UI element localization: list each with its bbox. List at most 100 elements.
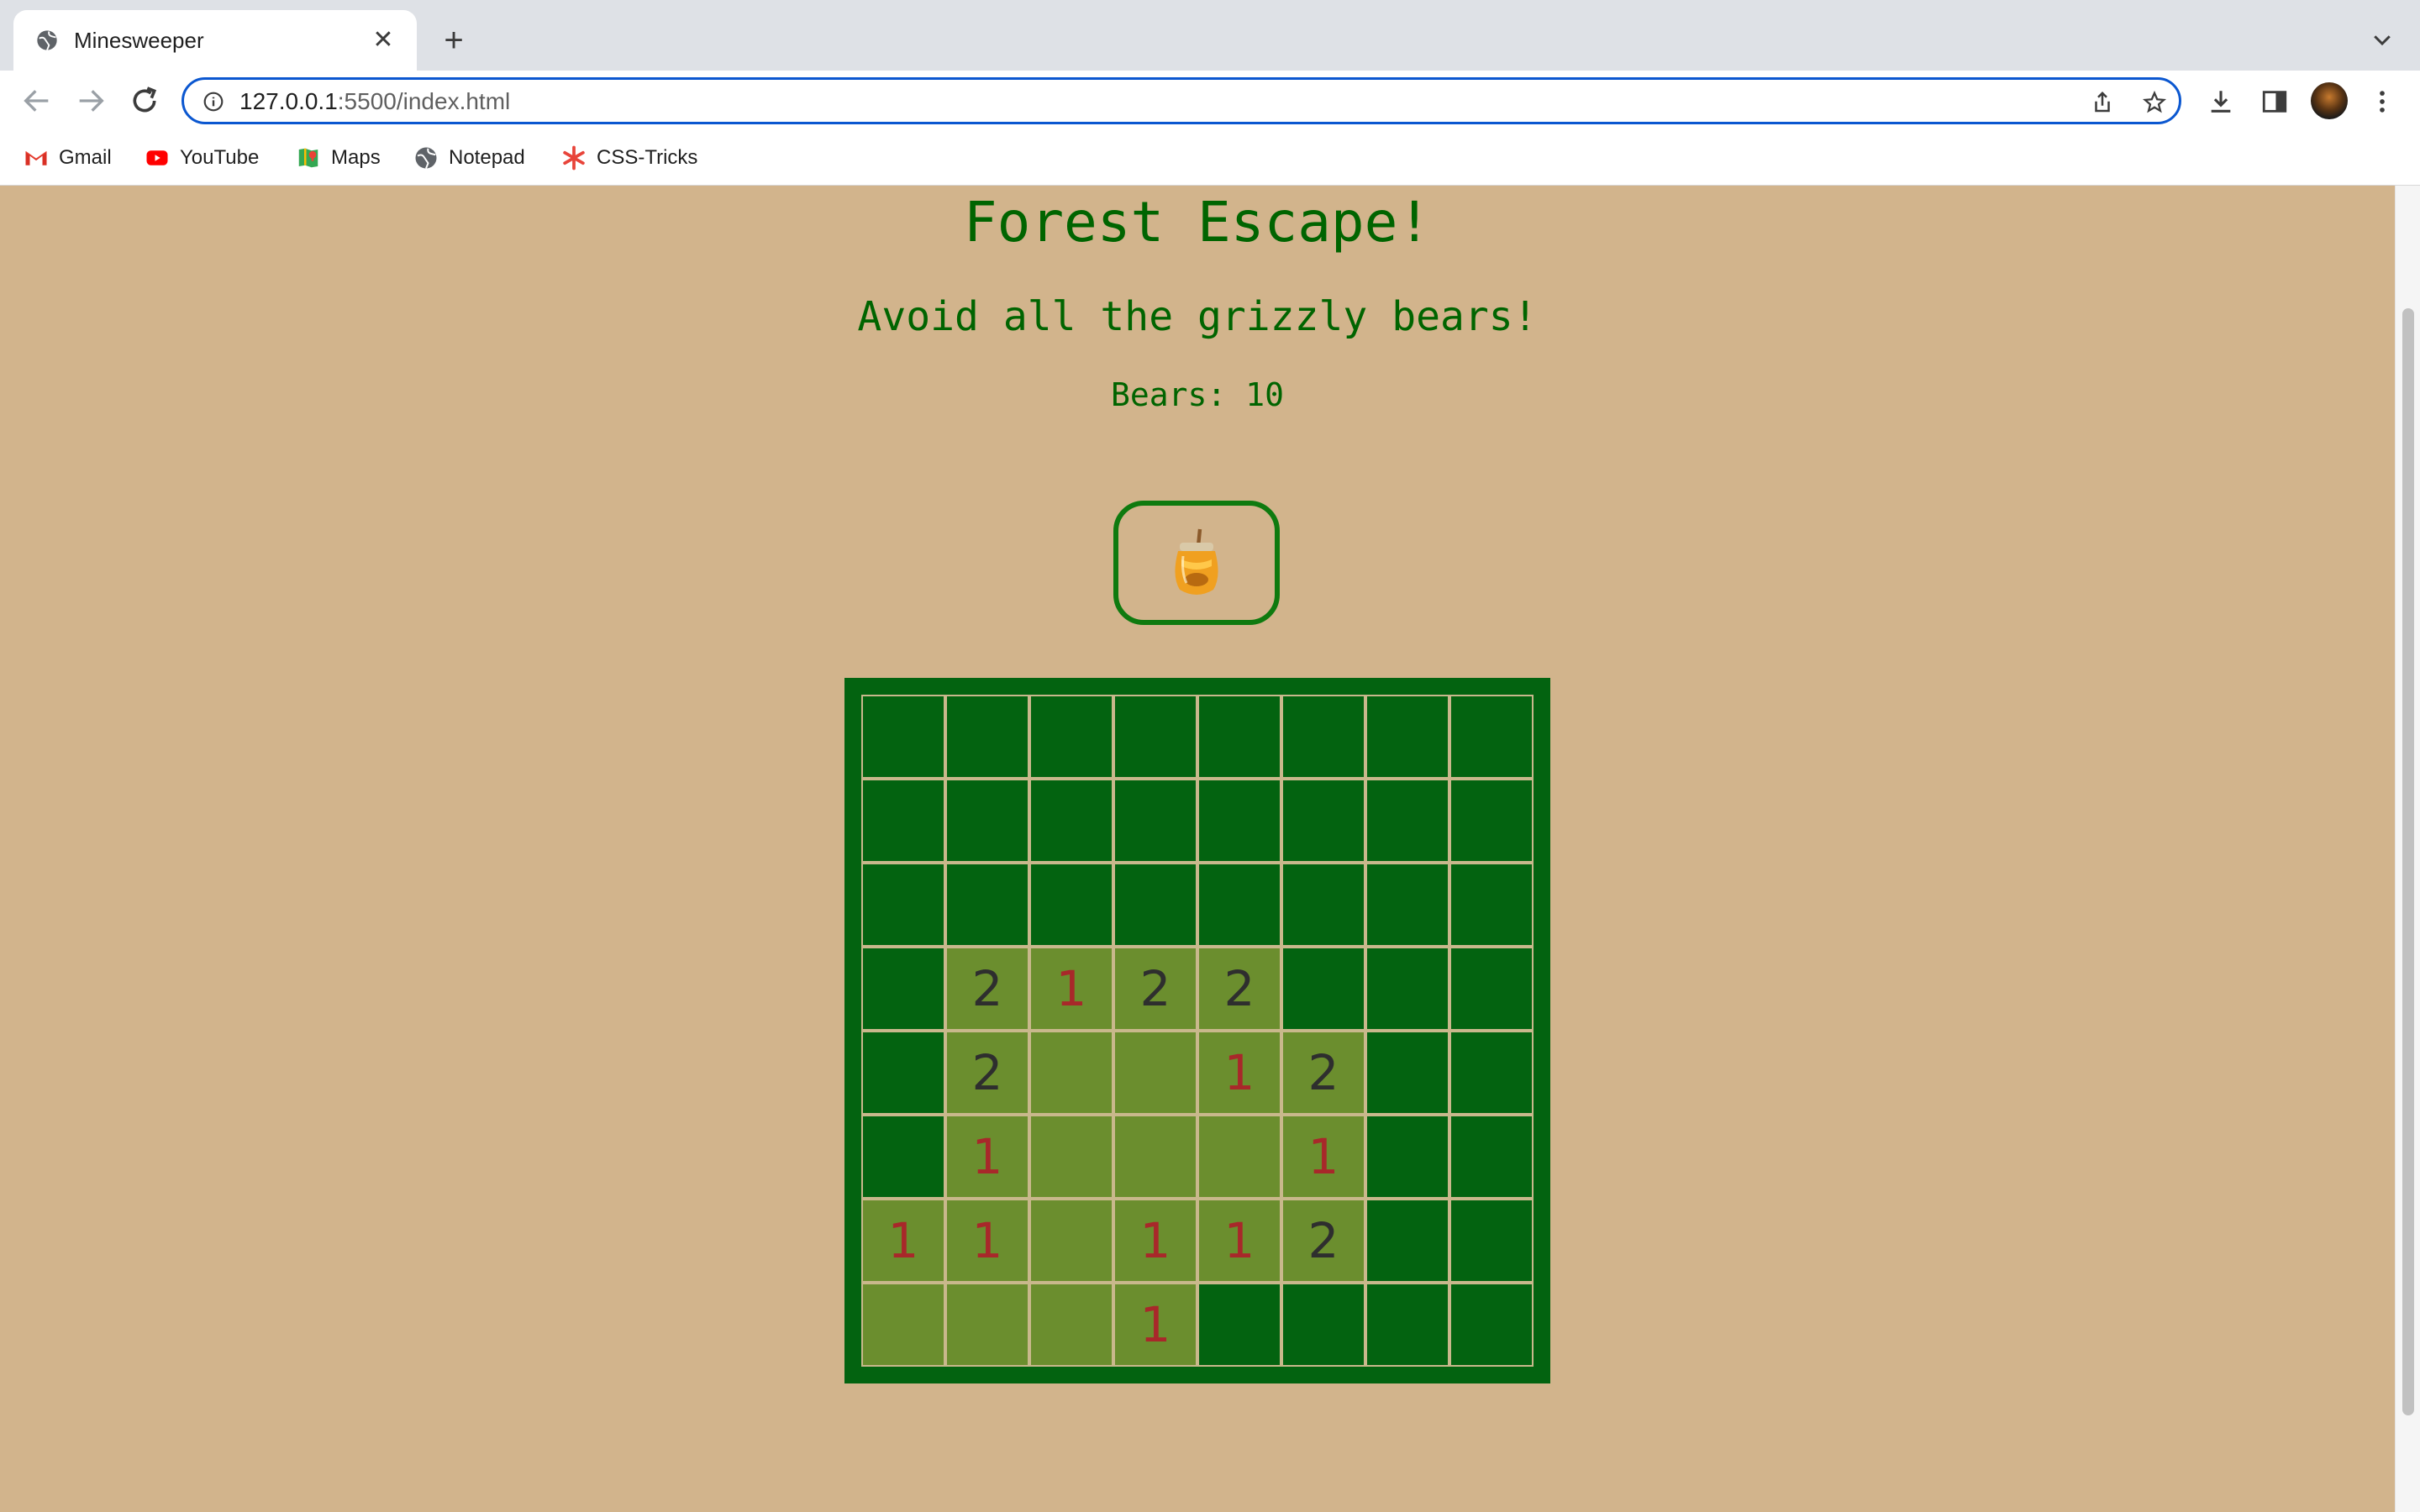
board-cell[interactable]: 1	[1281, 1115, 1365, 1199]
board-cell[interactable]	[1281, 779, 1365, 863]
vertical-scrollbar[interactable]	[2395, 186, 2420, 1512]
board-cell[interactable]: 2	[945, 947, 1029, 1031]
more-menu-icon[interactable]	[2368, 87, 2396, 116]
board-cell[interactable]	[1449, 1115, 1534, 1199]
bookmark-notepad[interactable]: Notepad	[413, 141, 525, 175]
bookmark-label: CSS-Tricks	[597, 146, 698, 169]
bookmark-gmail[interactable]: Gmail	[24, 141, 112, 175]
board-cell[interactable]	[1029, 863, 1113, 947]
youtube-icon	[146, 150, 168, 165]
board-cell[interactable]	[1449, 947, 1534, 1031]
board-cell[interactable]: 1	[945, 1115, 1029, 1199]
share-icon[interactable]	[2090, 90, 2115, 115]
bookmark-youtube[interactable]: YouTube	[145, 141, 259, 175]
board-cell[interactable]	[1197, 1115, 1281, 1199]
board-cell[interactable]: 2	[945, 1031, 1029, 1115]
board-cell[interactable]	[861, 779, 945, 863]
bear-counter: Bears: 10	[1111, 376, 1284, 413]
board-cell[interactable]	[1197, 695, 1281, 779]
board-cell[interactable]	[1449, 695, 1534, 779]
side-panel-icon[interactable]	[2260, 87, 2289, 116]
board-cell[interactable]	[1365, 1283, 1449, 1367]
browser-tab[interactable]: Minesweeper ✕	[13, 10, 417, 71]
board-cell[interactable]	[1365, 863, 1449, 947]
board-cell[interactable]	[1197, 863, 1281, 947]
board-cell[interactable]	[861, 863, 945, 947]
board-cell[interactable]	[945, 863, 1029, 947]
scrollbar-thumb[interactable]	[2402, 308, 2414, 1415]
url-host: 127.0.0.1	[239, 88, 338, 114]
board-cell[interactable]: 2	[1281, 1199, 1365, 1283]
board-cell[interactable]	[1365, 1115, 1449, 1199]
board-cell[interactable]	[861, 1283, 945, 1367]
bookmark-maps[interactable]: Maps	[296, 141, 381, 175]
board-cell[interactable]	[1365, 947, 1449, 1031]
bookmark-star-icon[interactable]	[2142, 90, 2167, 115]
board-cell[interactable]	[1365, 695, 1449, 779]
board-cell[interactable]: 2	[1197, 947, 1281, 1031]
download-icon[interactable]	[2207, 87, 2235, 116]
board-cell[interactable]	[1113, 863, 1197, 947]
close-tab-icon[interactable]: ✕	[368, 25, 398, 55]
profile-avatar[interactable]	[2311, 82, 2348, 119]
chevron-down-icon[interactable]	[2370, 27, 2395, 52]
forward-arrow-icon[interactable]	[74, 84, 108, 118]
board-cell[interactable]	[1197, 1283, 1281, 1367]
board-cell[interactable]	[1029, 1283, 1113, 1367]
reset-button[interactable]	[1113, 501, 1280, 625]
board-cell[interactable]: 1	[1197, 1031, 1281, 1115]
board-cell[interactable]	[861, 1115, 945, 1199]
board-cell[interactable]	[1365, 1199, 1449, 1283]
board-cell[interactable]	[1281, 863, 1365, 947]
board-cell[interactable]	[1113, 1031, 1197, 1115]
bookmark-label: Maps	[331, 146, 381, 169]
new-tab-button[interactable]: +	[437, 24, 471, 57]
asterisk-icon	[563, 145, 585, 171]
browser-toolbar: 127.0.0.1:5500/index.html	[0, 71, 2420, 131]
board-cell[interactable]	[945, 779, 1029, 863]
address-bar[interactable]: 127.0.0.1:5500/index.html	[182, 77, 2181, 124]
board-cell[interactable]	[1197, 779, 1281, 863]
board-cell[interactable]	[1113, 779, 1197, 863]
board-cell[interactable]	[861, 695, 945, 779]
board-cell[interactable]	[1281, 947, 1365, 1031]
board-cell[interactable]	[1281, 695, 1365, 779]
board-cell[interactable]: 1	[1113, 1283, 1197, 1367]
board-cell[interactable]	[945, 695, 1029, 779]
reload-icon[interactable]	[128, 84, 161, 118]
board-grid: 212221211111121	[861, 695, 1534, 1367]
board-cell[interactable]	[1113, 695, 1197, 779]
url-text: 127.0.0.1:5500/index.html	[239, 88, 510, 115]
board-cell[interactable]	[945, 1283, 1029, 1367]
board-cell[interactable]	[1449, 779, 1534, 863]
board-cell[interactable]	[1029, 779, 1113, 863]
bookmark-css-tricks[interactable]: CSS-Tricks	[561, 141, 697, 175]
board-cell[interactable]	[1029, 1115, 1113, 1199]
globe-icon	[415, 147, 437, 169]
board-cell[interactable]	[1365, 1031, 1449, 1115]
board-cell[interactable]: 1	[861, 1199, 945, 1283]
board-cell[interactable]	[1029, 1199, 1113, 1283]
board-cell[interactable]: 1	[1029, 947, 1113, 1031]
board-cell[interactable]	[1113, 1115, 1197, 1199]
site-info-icon[interactable]	[203, 91, 224, 113]
board-cell[interactable]	[1449, 863, 1534, 947]
tab-strip: Minesweeper ✕ +	[0, 0, 2420, 71]
board-cell[interactable]	[861, 1031, 945, 1115]
page-title: Forest Escape!	[963, 190, 1432, 255]
board-cell[interactable]	[1449, 1199, 1534, 1283]
board-cell[interactable]: 2	[1113, 947, 1197, 1031]
board-cell[interactable]	[1029, 1031, 1113, 1115]
board-cell[interactable]	[861, 947, 945, 1031]
back-arrow-icon[interactable]	[20, 84, 54, 118]
board-cell[interactable]	[1449, 1031, 1534, 1115]
board-cell[interactable]	[1029, 695, 1113, 779]
board-cell[interactable]	[1281, 1283, 1365, 1367]
board-cell[interactable]: 1	[1197, 1199, 1281, 1283]
board-cell[interactable]: 2	[1281, 1031, 1365, 1115]
board-cell[interactable]: 1	[945, 1199, 1029, 1283]
game-board: 212221211111121	[844, 678, 1550, 1383]
board-cell[interactable]	[1365, 779, 1449, 863]
board-cell[interactable]: 1	[1113, 1199, 1197, 1283]
board-cell[interactable]	[1449, 1283, 1534, 1367]
